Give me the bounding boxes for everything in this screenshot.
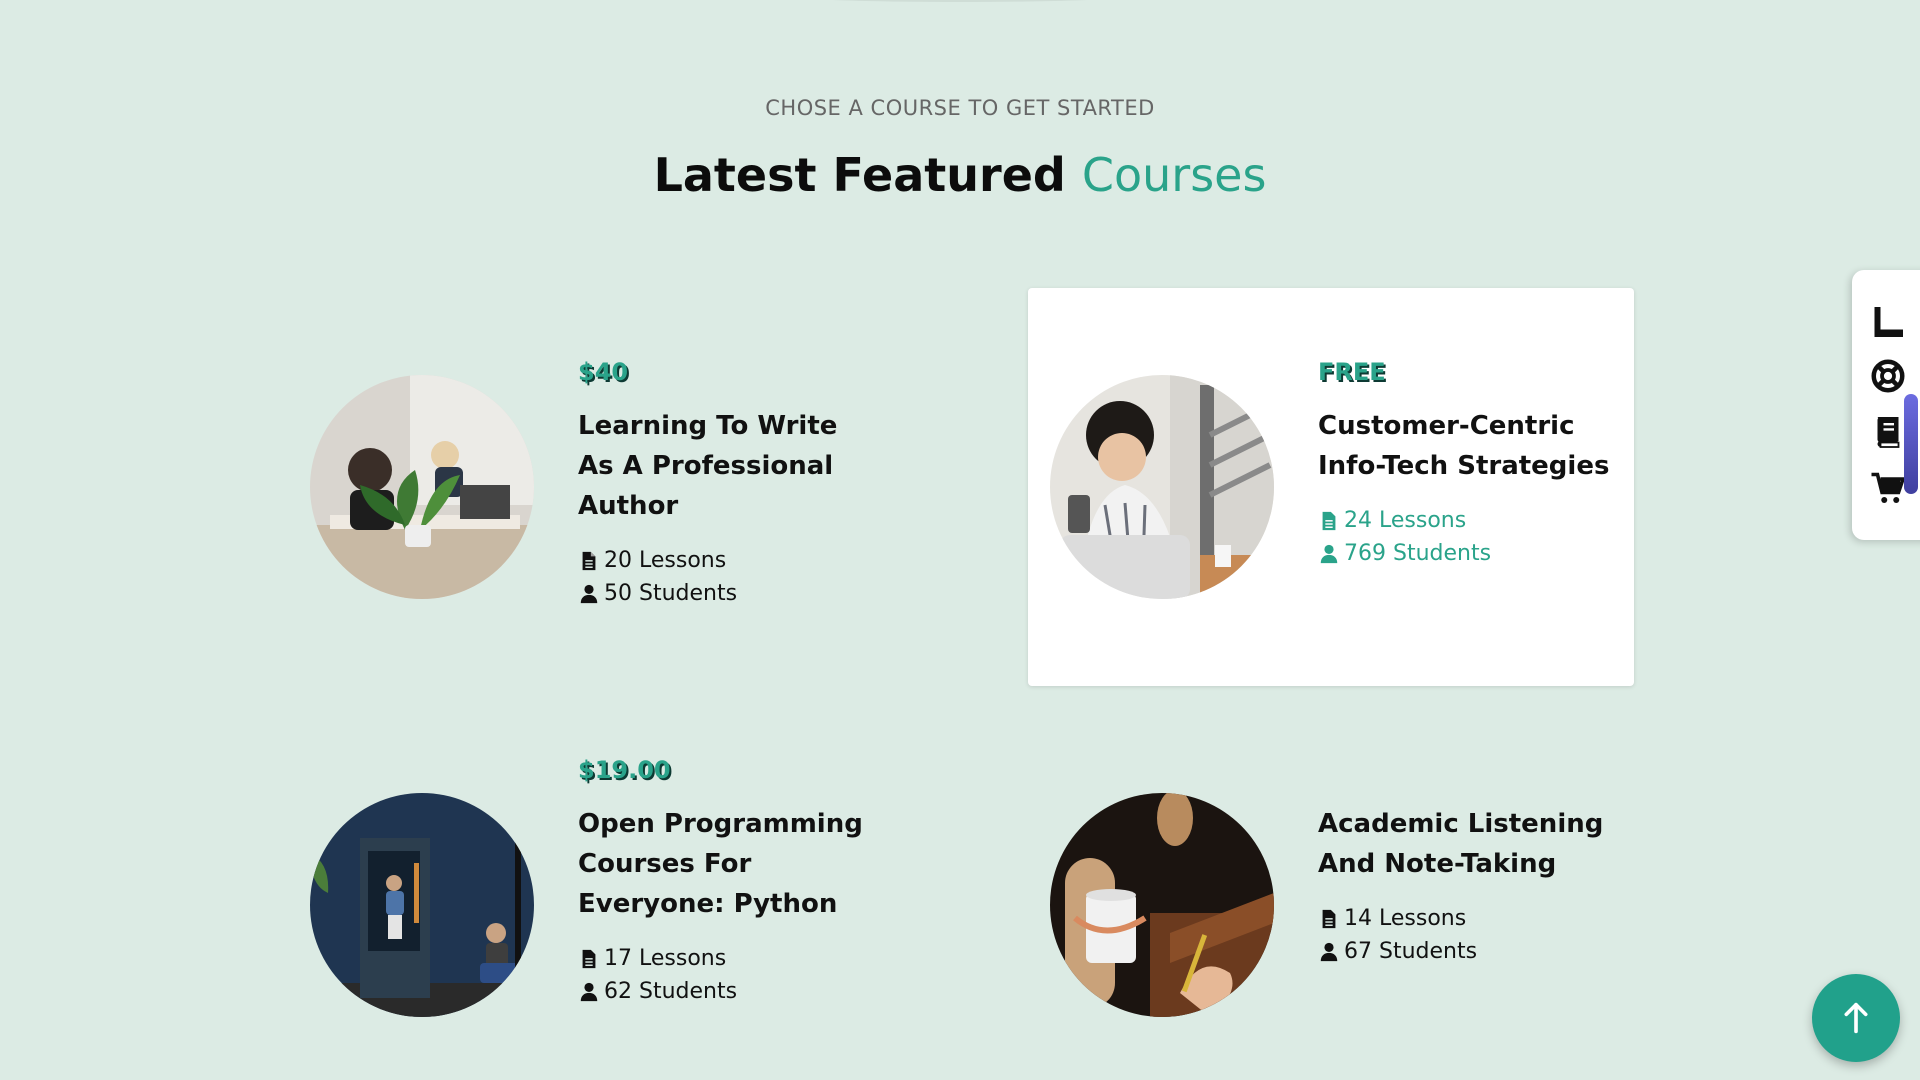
students-row: 62 Students	[578, 975, 878, 1008]
students-count: 62 Students	[604, 979, 738, 1004]
course-image[interactable]	[310, 793, 534, 1017]
file-icon	[582, 949, 596, 968]
course-info: $40 Learning To Write As A Professional …	[578, 358, 878, 610]
course-title[interactable]: Open Programming Courses For Everyone: P…	[578, 804, 878, 924]
course-price	[1318, 756, 1618, 790]
course-card[interactable]: Academic Listening And Note-Taking 14 Le…	[1028, 700, 1634, 1080]
course-title[interactable]: Customer-Centric Info-Tech Strategies	[1318, 406, 1618, 486]
file-icon	[582, 551, 596, 570]
course-card[interactable]: FREE Customer-Centric Info-Tech Strategi…	[1028, 288, 1634, 686]
course-card[interactable]: $19.00 Open Programming Courses For Ever…	[288, 700, 894, 1080]
scroll-to-top-button[interactable]	[1812, 974, 1900, 1062]
course-meta: 24 Lessons 769 Students	[1318, 504, 1618, 570]
course-info: $19.00 Open Programming Courses For Ever…	[578, 756, 878, 1008]
heading-accent: Courses	[1081, 148, 1267, 202]
lessons-count: 20 Lessons	[604, 548, 727, 573]
lessons-row: 24 Lessons	[1318, 504, 1618, 537]
file-icon	[1322, 909, 1336, 928]
arrow-up-icon	[1844, 1002, 1868, 1034]
students-row: 769 Students	[1318, 537, 1618, 570]
course-meta: 17 Lessons 62 Students	[578, 942, 878, 1008]
section-eyebrow: CHOSE A COURSE TO GET STARTED	[765, 96, 1155, 120]
user-icon	[580, 982, 598, 1001]
course-image[interactable]	[310, 375, 534, 599]
students-row: 67 Students	[1318, 935, 1618, 968]
user-icon	[1320, 544, 1338, 563]
book-icon[interactable]	[1870, 414, 1906, 450]
lessons-row: 17 Lessons	[578, 942, 878, 975]
user-icon	[580, 584, 598, 603]
cart-icon[interactable]	[1870, 470, 1906, 506]
lifebuoy-icon[interactable]	[1870, 358, 1906, 394]
lessons-row: 14 Lessons	[1318, 902, 1618, 935]
students-count: 50 Students	[604, 581, 738, 606]
lessons-count: 14 Lessons	[1344, 906, 1467, 931]
lessons-row: 20 Lessons	[578, 544, 878, 577]
course-card[interactable]: $40 Learning To Write As A Professional …	[288, 288, 894, 686]
course-title[interactable]: Learning To Write As A Professional Auth…	[578, 406, 878, 526]
heading-main: Latest Featured	[653, 148, 1066, 202]
course-price: $40	[578, 358, 629, 386]
section-heading: Latest Featured Courses	[0, 148, 1920, 202]
course-price: FREE	[1318, 358, 1386, 386]
students-row: 50 Students	[578, 577, 878, 610]
students-count: 67 Students	[1344, 939, 1478, 964]
file-icon	[1322, 511, 1336, 530]
side-tool-panel	[1852, 270, 1920, 540]
course-meta: 14 Lessons 67 Students	[1318, 902, 1618, 968]
course-title[interactable]: Academic Listening And Note-Taking	[1318, 804, 1618, 884]
course-info: Academic Listening And Note-Taking 14 Le…	[1318, 756, 1618, 968]
lessons-count: 17 Lessons	[604, 946, 727, 971]
lessons-count: 24 Lessons	[1344, 508, 1467, 533]
students-count: 769 Students	[1344, 541, 1492, 566]
course-info: FREE Customer-Centric Info-Tech Strategi…	[1318, 358, 1618, 570]
ruler-icon[interactable]	[1870, 304, 1906, 340]
panel-scroll-indicator[interactable]	[1904, 394, 1918, 494]
top-divider-shadow	[800, 0, 1120, 2]
user-icon	[1320, 942, 1338, 961]
course-meta: 20 Lessons 50 Students	[578, 544, 878, 610]
course-image[interactable]	[1050, 793, 1274, 1017]
course-price: $19.00	[578, 756, 671, 784]
course-image[interactable]	[1050, 375, 1274, 599]
